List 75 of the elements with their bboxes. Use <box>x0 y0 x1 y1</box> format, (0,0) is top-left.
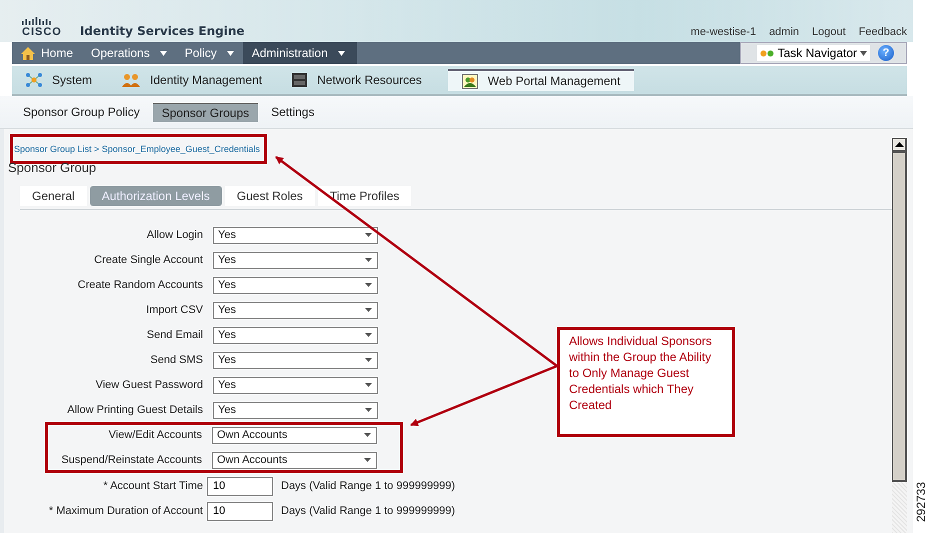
caret-icon <box>365 308 372 312</box>
header-link[interactable]: admin <box>769 26 800 38</box>
field-label: * Maximum Duration of Account <box>48 505 204 517</box>
product-title: Identity Services Engine <box>80 24 244 38</box>
scroll-thumb[interactable] <box>892 152 907 482</box>
field-label: Send SMS <box>149 354 204 366</box>
field-label: Suspend/Reinstate Accounts <box>60 454 203 466</box>
input-field[interactable]: 10 <box>207 502 273 520</box>
range-hint: Days (Valid Range 1 to 999999999) <box>281 480 456 492</box>
section-tab[interactable]: Sponsor Group Policy <box>14 103 149 121</box>
dropdown-field[interactable]: Yes <box>213 352 378 368</box>
server-rack-icon <box>292 73 308 87</box>
field-label: Send Email <box>146 329 204 341</box>
header-link[interactable]: Feedback <box>858 26 907 38</box>
caret-icon <box>365 333 372 337</box>
caret-icon <box>860 50 867 56</box>
caret-icon <box>365 283 372 287</box>
sub-nav-item[interactable]: Web Portal Management <box>448 69 634 91</box>
caret-icon <box>365 383 372 387</box>
dropdown-field[interactable]: Own Accounts <box>212 426 377 444</box>
network-nodes-icon <box>26 72 42 88</box>
section-tab[interactable]: Settings <box>262 103 324 121</box>
sub-nav-item[interactable]: Network Resources <box>278 69 436 91</box>
caret-icon <box>160 50 167 56</box>
up-arrow-icon <box>894 142 904 147</box>
caret-icon <box>364 458 371 462</box>
hostname-text: me-westise-1 <box>690 26 756 38</box>
field-label: * Account Start Time <box>102 480 204 492</box>
tab[interactable]: General <box>20 186 87 206</box>
dropdown-field[interactable]: Yes <box>213 276 378 294</box>
caret-icon <box>364 433 371 437</box>
field-label: Import CSV <box>145 304 204 316</box>
house-icon <box>21 46 35 60</box>
dots-icon <box>760 50 775 56</box>
tab[interactable]: Time Profiles <box>318 186 412 206</box>
field-label: Create Random Accounts <box>76 279 204 291</box>
caret-icon <box>365 258 372 262</box>
nav-menu-item[interactable]: Administration <box>242 42 357 64</box>
header-link[interactable]: Logout <box>812 26 846 38</box>
caret-icon <box>226 50 234 56</box>
logo-text: CISCO <box>22 27 62 38</box>
dropdown-field[interactable]: Yes <box>213 326 378 344</box>
nav-menu-item[interactable]: Home <box>12 42 82 64</box>
caret-icon <box>365 358 372 362</box>
field-label: Create Single Account <box>93 254 204 266</box>
section-tab[interactable]: Sponsor Groups <box>152 102 258 122</box>
field-label: Allow Login <box>146 229 204 241</box>
nav-menu-item[interactable]: Policy <box>176 42 243 64</box>
field-label: View/Edit Accounts <box>108 429 203 441</box>
range-hint: Days (Valid Range 1 to 999999999) <box>281 505 456 517</box>
caret-icon <box>365 233 372 237</box>
field-label: Allow Printing Guest Details <box>66 404 204 416</box>
scroll-up-button[interactable] <box>892 138 907 152</box>
scrollbar[interactable] <box>892 138 907 533</box>
sub-nav-item[interactable]: Identity Management <box>108 69 276 91</box>
dropdown-field[interactable]: Yes <box>213 402 378 418</box>
task-navigator-dropdown[interactable]: Task Navigator <box>756 45 870 61</box>
breadcrumb-link[interactable]: Sponsor Group List > Sponsor_Employee_Guest_Credentials <box>10 134 267 164</box>
nav-menu-item[interactable]: Operations <box>82 42 176 64</box>
portal-users-icon <box>462 74 478 88</box>
caret-icon <box>338 50 345 56</box>
logo-bars-icon <box>22 17 52 25</box>
dropdown-field[interactable]: Own Accounts <box>212 452 377 468</box>
callout-box: Allows Individual Sponsors within the Group the Ability to Only Manage Guest Credentials which They Created <box>557 327 735 437</box>
input-field[interactable]: 10 <box>207 476 273 496</box>
dropdown-field[interactable]: Yes <box>213 252 378 268</box>
dropdown-field[interactable]: Yes <box>213 226 378 244</box>
sub-nav-item[interactable]: System <box>12 69 106 91</box>
dropdown-field[interactable]: Yes <box>213 302 378 318</box>
field-label: View Guest Password <box>94 379 204 391</box>
tab[interactable]: Guest Roles <box>224 186 315 206</box>
users-icon <box>122 72 140 88</box>
figure-number: 292733 <box>914 482 928 522</box>
caret-icon <box>365 408 372 412</box>
dropdown-field[interactable]: Yes <box>213 376 378 394</box>
